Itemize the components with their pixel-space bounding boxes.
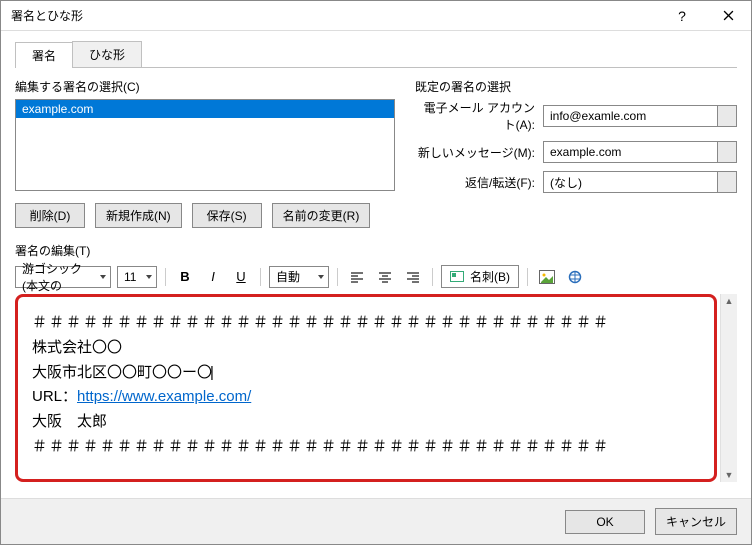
insert-link-button[interactable] <box>564 266 586 288</box>
font-family-select[interactable]: 游ゴシック (本文の <box>15 266 111 288</box>
rename-button[interactable]: 名前の変更(R) <box>272 203 371 228</box>
dialog-footer: OK キャンセル <box>1 498 751 544</box>
align-center-button[interactable] <box>374 266 396 288</box>
email-account-label: 電子メール アカウント(A): <box>415 99 535 133</box>
company-line: 株式会社〇〇 <box>32 336 700 361</box>
signature-list-item[interactable]: example.com <box>16 100 394 118</box>
close-icon <box>723 10 734 21</box>
default-signature-label: 既定の署名の選択 <box>415 78 737 95</box>
ok-button[interactable]: OK <box>565 510 645 534</box>
image-icon <box>539 270 555 284</box>
close-button[interactable] <box>705 1 751 31</box>
new-message-label: 新しいメッセージ(M): <box>415 144 535 161</box>
cancel-button[interactable]: キャンセル <box>655 508 737 535</box>
editor-toolbar: 游ゴシック (本文の 11 B I U 自動 <box>15 265 737 288</box>
italic-button[interactable]: I <box>202 266 224 288</box>
name-line: 大阪 太郎 <box>32 410 700 435</box>
align-center-icon <box>378 271 392 283</box>
underline-button[interactable]: U <box>230 266 252 288</box>
editor-content[interactable]: ＃＃＃＃＃＃＃＃＃＃＃＃＃＃＃＃＃＃＃＃＃＃＃＃＃＃＃＃＃＃＃＃＃＃ 株式会社〇… <box>32 311 700 460</box>
reply-forward-label: 返信/転送(F): <box>415 174 535 191</box>
vertical-scrollbar[interactable]: ▲ ▼ <box>720 294 737 482</box>
hash-line-bottom: ＃＃＃＃＃＃＃＃＃＃＃＃＃＃＃＃＃＃＃＃＃＃＃＃＃＃＃＃＃＃＃＃＃＃ <box>32 435 700 460</box>
align-left-icon <box>350 271 364 283</box>
separator <box>260 268 261 286</box>
scroll-up-icon[interactable]: ▲ <box>721 294 737 308</box>
align-right-icon <box>406 271 420 283</box>
signature-editor[interactable]: ＃＃＃＃＃＃＃＃＃＃＃＃＃＃＃＃＃＃＃＃＃＃＃＃＃＃＃＃＃＃＃＃＃＃ 株式会社〇… <box>15 294 717 482</box>
hash-line-top: ＃＃＃＃＃＃＃＃＃＃＃＃＃＃＃＃＃＃＃＃＃＃＃＃＃＃＃＃＃＃＃＃＃＃ <box>32 311 700 336</box>
email-account-select[interactable]: info@examle.com <box>543 105 737 127</box>
scroll-down-icon[interactable]: ▼ <box>721 468 737 482</box>
tab-template[interactable]: ひな形 <box>72 41 142 67</box>
new-button[interactable]: 新規作成(N) <box>95 203 182 228</box>
separator <box>165 268 166 286</box>
delete-button[interactable]: 削除(D) <box>15 203 85 228</box>
insert-image-button[interactable] <box>536 266 558 288</box>
align-left-button[interactable] <box>346 266 368 288</box>
separator <box>432 268 433 286</box>
titlebar: 署名とひな形 ? <box>1 1 751 31</box>
signature-list[interactable]: example.com <box>15 99 395 191</box>
tab-signature[interactable]: 署名 <box>15 42 73 68</box>
select-signature-label: 編集する署名の選択(C) <box>15 78 395 95</box>
edit-signature-label: 署名の編集(T) <box>15 242 737 259</box>
dialog-window: 署名とひな形 ? 署名 ひな形 編集する署名の選択(C) example.com… <box>0 0 752 545</box>
business-card-button[interactable]: 名刺(B) <box>441 265 519 288</box>
tab-bar: 署名 ひな形 <box>15 41 737 68</box>
align-right-button[interactable] <box>402 266 424 288</box>
url-link[interactable]: https://www.example.com/ <box>77 388 251 405</box>
window-title: 署名とひな形 <box>11 7 659 24</box>
font-size-select[interactable]: 11 <box>117 266 157 288</box>
separator <box>527 268 528 286</box>
reply-forward-select[interactable]: (なし) <box>543 171 737 193</box>
help-button[interactable]: ? <box>659 1 705 31</box>
font-color-select[interactable]: 自動 <box>269 266 329 288</box>
card-icon <box>450 271 464 282</box>
bold-button[interactable]: B <box>174 266 196 288</box>
dialog-body: 署名 ひな形 編集する署名の選択(C) example.com 削除(D) 新規… <box>1 31 751 498</box>
save-button[interactable]: 保存(S) <box>192 203 262 228</box>
link-icon <box>567 270 583 284</box>
new-message-select[interactable]: example.com <box>543 141 737 163</box>
separator <box>337 268 338 286</box>
url-line: URL：https://www.example.com/ <box>32 385 700 410</box>
address-line: 大阪市北区〇〇町〇〇ー〇 <box>32 361 700 386</box>
